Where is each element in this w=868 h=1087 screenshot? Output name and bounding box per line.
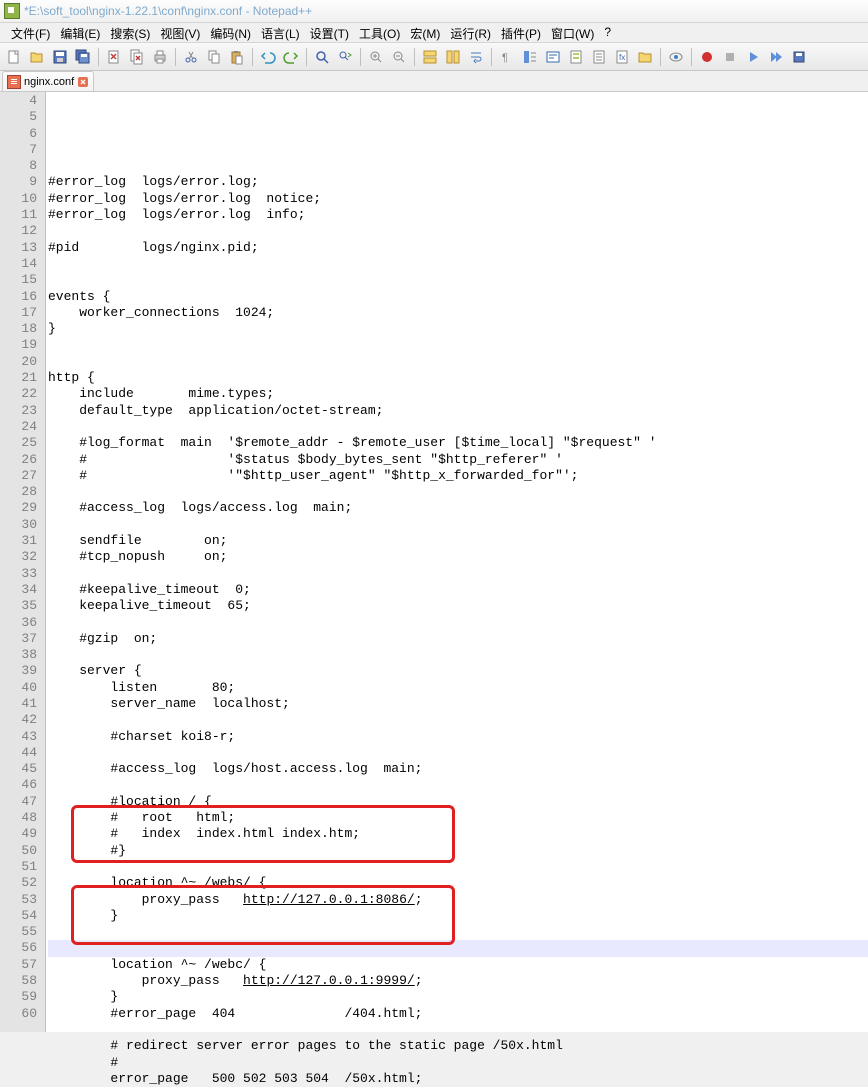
- record-button[interactable]: [697, 47, 717, 67]
- menu-help[interactable]: ?: [599, 23, 616, 42]
- code-content[interactable]: #error_log logs/error.log;#error_log log…: [46, 92, 868, 1032]
- play-multi-button[interactable]: [766, 47, 786, 67]
- zoom-in-button[interactable]: [366, 47, 386, 67]
- udl-button[interactable]: [543, 47, 563, 67]
- show-all-chars-button[interactable]: ¶: [497, 47, 517, 67]
- doc-list-button[interactable]: [589, 47, 609, 67]
- tab-bar: nginx.conf: [0, 71, 868, 92]
- separator: [306, 48, 307, 66]
- separator: [175, 48, 176, 66]
- svg-text:fx: fx: [619, 53, 625, 62]
- menu-view[interactable]: 视图(V): [155, 23, 205, 42]
- separator: [660, 48, 661, 66]
- save-button[interactable]: [50, 47, 70, 67]
- menu-file[interactable]: 文件(F): [6, 23, 55, 42]
- tab-nginx-conf[interactable]: nginx.conf: [2, 71, 94, 91]
- stop-button[interactable]: [720, 47, 740, 67]
- menu-language[interactable]: 语言(L): [256, 23, 305, 42]
- line-numbers: 4567891011121314151617181920212223242526…: [0, 92, 46, 1032]
- toolbar: ¶ fx: [0, 43, 868, 71]
- separator: [252, 48, 253, 66]
- new-file-button[interactable]: [4, 47, 24, 67]
- file-icon: [7, 75, 21, 89]
- open-file-button[interactable]: [27, 47, 47, 67]
- sync-v-button[interactable]: [420, 47, 440, 67]
- title-bar: *E:\soft_tool\nginx-1.22.1\conf\nginx.co…: [0, 0, 868, 23]
- separator: [691, 48, 692, 66]
- editor-area[interactable]: 4567891011121314151617181920212223242526…: [0, 92, 868, 1032]
- copy-button[interactable]: [204, 47, 224, 67]
- window-title: *E:\soft_tool\nginx-1.22.1\conf\nginx.co…: [24, 4, 312, 18]
- menu-encoding[interactable]: 编码(N): [205, 23, 256, 42]
- separator: [414, 48, 415, 66]
- replace-button[interactable]: [335, 47, 355, 67]
- play-button[interactable]: [743, 47, 763, 67]
- wrap-button[interactable]: [466, 47, 486, 67]
- svg-text:¶: ¶: [502, 52, 508, 64]
- find-button[interactable]: [312, 47, 332, 67]
- menu-plugins[interactable]: 插件(P): [496, 23, 546, 42]
- function-list-button[interactable]: fx: [612, 47, 632, 67]
- menu-window[interactable]: 窗口(W): [546, 23, 599, 42]
- undo-button[interactable]: [258, 47, 278, 67]
- doc-map-button[interactable]: [566, 47, 586, 67]
- close-all-button[interactable]: [127, 47, 147, 67]
- save-all-button[interactable]: [73, 47, 93, 67]
- close-button[interactable]: [104, 47, 124, 67]
- menu-edit[interactable]: 编辑(E): [55, 23, 105, 42]
- separator: [98, 48, 99, 66]
- cut-button[interactable]: [181, 47, 201, 67]
- indent-guide-button[interactable]: [520, 47, 540, 67]
- zoom-out-button[interactable]: [389, 47, 409, 67]
- print-button[interactable]: [150, 47, 170, 67]
- save-macro-button[interactable]: [789, 47, 809, 67]
- redo-button[interactable]: [281, 47, 301, 67]
- close-tab-icon[interactable]: [77, 76, 89, 88]
- paste-button[interactable]: [227, 47, 247, 67]
- menu-settings[interactable]: 设置(T): [305, 23, 354, 42]
- monitor-button[interactable]: [666, 47, 686, 67]
- menu-macro[interactable]: 宏(M): [405, 23, 445, 42]
- menu-run[interactable]: 运行(R): [445, 23, 496, 42]
- folder-button[interactable]: [635, 47, 655, 67]
- menu-bar: 文件(F) 编辑(E) 搜索(S) 视图(V) 编码(N) 语言(L) 设置(T…: [0, 23, 868, 43]
- menu-search[interactable]: 搜索(S): [105, 23, 155, 42]
- app-icon: [4, 3, 20, 19]
- separator: [491, 48, 492, 66]
- tab-filename: nginx.conf: [24, 76, 74, 88]
- sync-h-button[interactable]: [443, 47, 463, 67]
- separator: [360, 48, 361, 66]
- menu-tools[interactable]: 工具(O): [354, 23, 405, 42]
